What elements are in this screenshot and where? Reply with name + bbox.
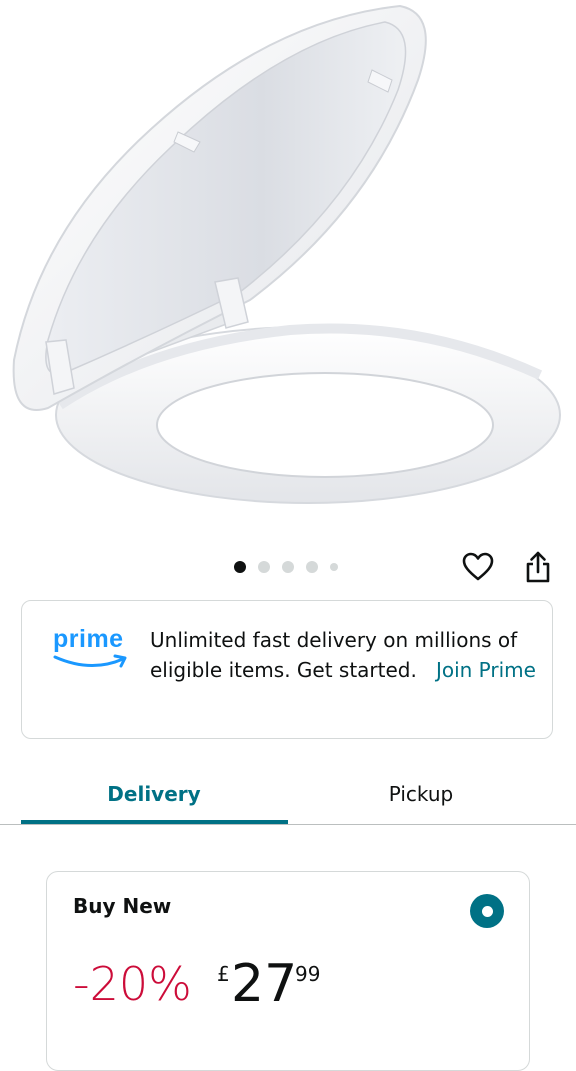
radio-selected-dot <box>481 905 493 917</box>
share-button[interactable] <box>521 550 555 584</box>
tab-divider <box>0 824 576 825</box>
buy-new-title: Buy New <box>73 894 172 918</box>
tab-pickup[interactable]: Pickup <box>288 765 554 823</box>
prime-banner[interactable]: prime Unlimited fast delivery on million… <box>21 600 553 739</box>
carousel-dot[interactable] <box>330 563 338 571</box>
product-image[interactable] <box>0 0 576 540</box>
prime-smile-icon <box>53 654 127 668</box>
prime-banner-text: Unlimited fast delivery on millions of e… <box>150 625 540 685</box>
price-currency-symbol: £ <box>217 962 230 986</box>
heart-outline-icon <box>462 552 494 581</box>
prime-logo-text: prime <box>53 625 124 653</box>
add-to-list-button[interactable] <box>461 550 495 584</box>
carousel-dot[interactable] <box>234 561 246 573</box>
carousel-dot[interactable] <box>282 561 294 573</box>
price-whole: 27 <box>231 954 298 1014</box>
carousel-dot[interactable] <box>306 561 318 573</box>
buy-new-option[interactable]: Buy New -20% £ 27 99 <box>46 871 530 1071</box>
price-fraction: 99 <box>295 962 321 986</box>
discount-percentage: -20% <box>73 957 192 1011</box>
buy-new-radio[interactable] <box>470 894 504 928</box>
tab-delivery[interactable]: Delivery <box>21 765 287 823</box>
fulfillment-tabs: Delivery Pickup <box>0 765 576 825</box>
carousel-dot[interactable] <box>258 561 270 573</box>
join-prime-link[interactable]: Join Prime <box>436 658 536 682</box>
image-carousel-indicator <box>234 560 338 574</box>
prime-logo: prime <box>53 625 133 675</box>
share-icon <box>526 551 550 583</box>
